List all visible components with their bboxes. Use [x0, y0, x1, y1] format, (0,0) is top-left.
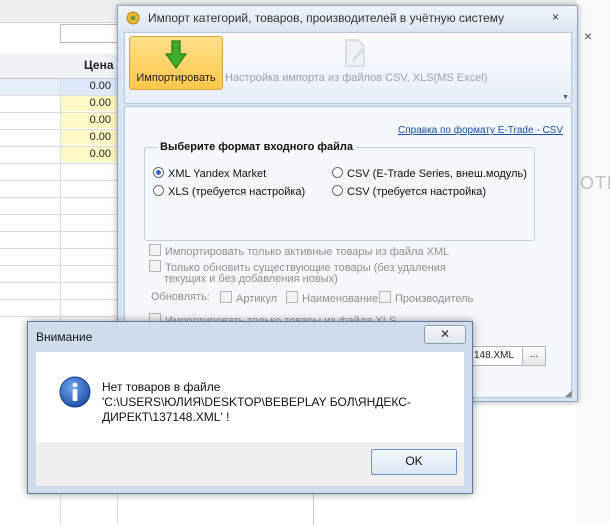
- background-table-header: Цена: [0, 54, 118, 79]
- info-icon: [59, 376, 91, 408]
- checkbox-label: Артикул: [236, 293, 278, 305]
- alert-close-button[interactable]: ✕: [424, 325, 466, 344]
- table-row[interactable]: [0, 249, 118, 266]
- background-partial-text: ОТК: [580, 173, 610, 193]
- table-row[interactable]: 0.00: [0, 113, 118, 130]
- price-cell[interactable]: 0.00: [60, 113, 117, 128]
- import-window-titlebar[interactable]: Импорт категорий, товаров, производителе…: [118, 6, 577, 30]
- checkbox-icon: [220, 291, 232, 303]
- only-active-checkbox[interactable]: Импортировать только активные товары из …: [149, 244, 449, 258]
- price-cell[interactable]: 0.00: [60, 130, 117, 145]
- radio-csv-custom[interactable]: CSV (требуется настройка): [332, 185, 486, 198]
- price-cell[interactable]: 0.00: [60, 96, 117, 111]
- file-path-input[interactable]: 148.XML: [471, 346, 523, 366]
- import-button-label: Импортировать: [136, 72, 216, 84]
- document-edit-icon: [345, 39, 365, 67]
- radio-icon: [332, 167, 343, 178]
- checkbox-icon: [286, 291, 298, 303]
- ok-button[interactable]: OK: [371, 449, 457, 475]
- background-filter-input[interactable]: [60, 24, 122, 43]
- checkbox-icon: [149, 244, 161, 256]
- import-window-title: Импорт категорий, товаров, производителе…: [148, 11, 505, 25]
- ribbon-toolbar: Импортировать Настройка импорта из файло…: [124, 32, 572, 104]
- update-fields-label: Обновлять:: [151, 291, 210, 303]
- table-row[interactable]: [0, 198, 118, 215]
- table-row[interactable]: [0, 266, 118, 283]
- table-row[interactable]: [0, 232, 118, 249]
- checkbox-label: Наименование: [302, 293, 379, 305]
- resize-grip-icon[interactable]: ◢: [565, 388, 572, 399]
- background-table-rows: 0.00 0.00 0.00 0.00 0.00: [0, 79, 118, 317]
- manufacturer-checkbox[interactable]: Производитель: [379, 291, 473, 305]
- only-update-checkbox[interactable]: Только обновить существующие товары (без…: [149, 260, 446, 274]
- checkbox-icon: [149, 260, 161, 272]
- alert-footer: OK: [36, 442, 464, 486]
- alert-message: Нет товаров в файле 'C:\USERS\ЮЛИЯ\DESKT…: [102, 380, 411, 424]
- checkbox-label: Производитель: [395, 293, 474, 305]
- browse-button[interactable]: ...: [522, 346, 546, 366]
- radio-label: XML Yandex Market: [168, 168, 267, 180]
- radio-label: CSV (E-Trade Series, внеш.модуль): [347, 168, 527, 180]
- download-arrow-icon: [164, 40, 188, 70]
- only-update-label-line2: текущих и без добавления новых): [164, 273, 338, 285]
- radio-icon: [332, 185, 343, 196]
- table-row[interactable]: [0, 215, 118, 232]
- table-row[interactable]: [0, 164, 118, 181]
- radio-xls[interactable]: XLS (требуется настройка): [153, 185, 305, 198]
- alert-body: Нет товаров в файле 'C:\USERS\ЮЛИЯ\DESKT…: [36, 352, 464, 442]
- format-group-title: Выберите формат входного файла: [157, 141, 356, 153]
- radio-selected-icon: [153, 167, 164, 178]
- format-help-link[interactable]: Справка по формату E-Trade - CSV: [398, 125, 563, 136]
- checkbox-icon: [379, 291, 391, 303]
- close-icon[interactable]: ×: [552, 10, 559, 24]
- table-row[interactable]: [0, 181, 118, 198]
- alert-dialog: Внимание ✕ Нет товаров в файле 'C:\USERS…: [27, 321, 473, 494]
- price-cell[interactable]: 0.00: [60, 79, 117, 94]
- table-row[interactable]: [0, 283, 118, 300]
- format-group: Выберите формат входного файла XML Yande…: [144, 141, 535, 241]
- import-button[interactable]: Импортировать: [129, 36, 223, 90]
- radio-label: XLS (требуется настройка): [168, 186, 306, 198]
- article-checkbox[interactable]: Артикул: [220, 291, 277, 305]
- radio-csv-etrade[interactable]: CSV (E-Trade Series, внеш.модуль): [332, 167, 527, 180]
- alert-title: Внимание: [36, 330, 93, 344]
- ribbon-expand-icon[interactable]: ▼: [562, 94, 569, 101]
- checkbox-label: Импортировать только активные товары из …: [165, 246, 450, 258]
- name-checkbox[interactable]: Наименование: [286, 291, 378, 305]
- price-cell[interactable]: 0.00: [60, 147, 117, 162]
- table-row[interactable]: 0.00: [0, 79, 118, 96]
- import-settings-button[interactable]: Настройка импорта из файлов CSV, XLS(MS …: [225, 36, 495, 88]
- price-column-header[interactable]: Цена: [84, 58, 114, 72]
- table-row[interactable]: 0.00: [0, 130, 118, 147]
- background-close-icon[interactable]: ×: [584, 28, 592, 44]
- app-logo-icon: [126, 11, 140, 25]
- background-right-panel: × ОТК: [576, 0, 610, 525]
- radio-icon: [153, 185, 164, 196]
- table-row[interactable]: 0.00: [0, 147, 118, 164]
- import-settings-label: Настройка импорта из файлов CSV, XLS(MS …: [225, 72, 488, 84]
- radio-xml-yandex[interactable]: XML Yandex Market: [153, 167, 266, 180]
- table-row[interactable]: 0.00: [0, 96, 118, 113]
- radio-label: CSV (требуется настройка): [347, 186, 487, 198]
- table-row[interactable]: [0, 300, 118, 317]
